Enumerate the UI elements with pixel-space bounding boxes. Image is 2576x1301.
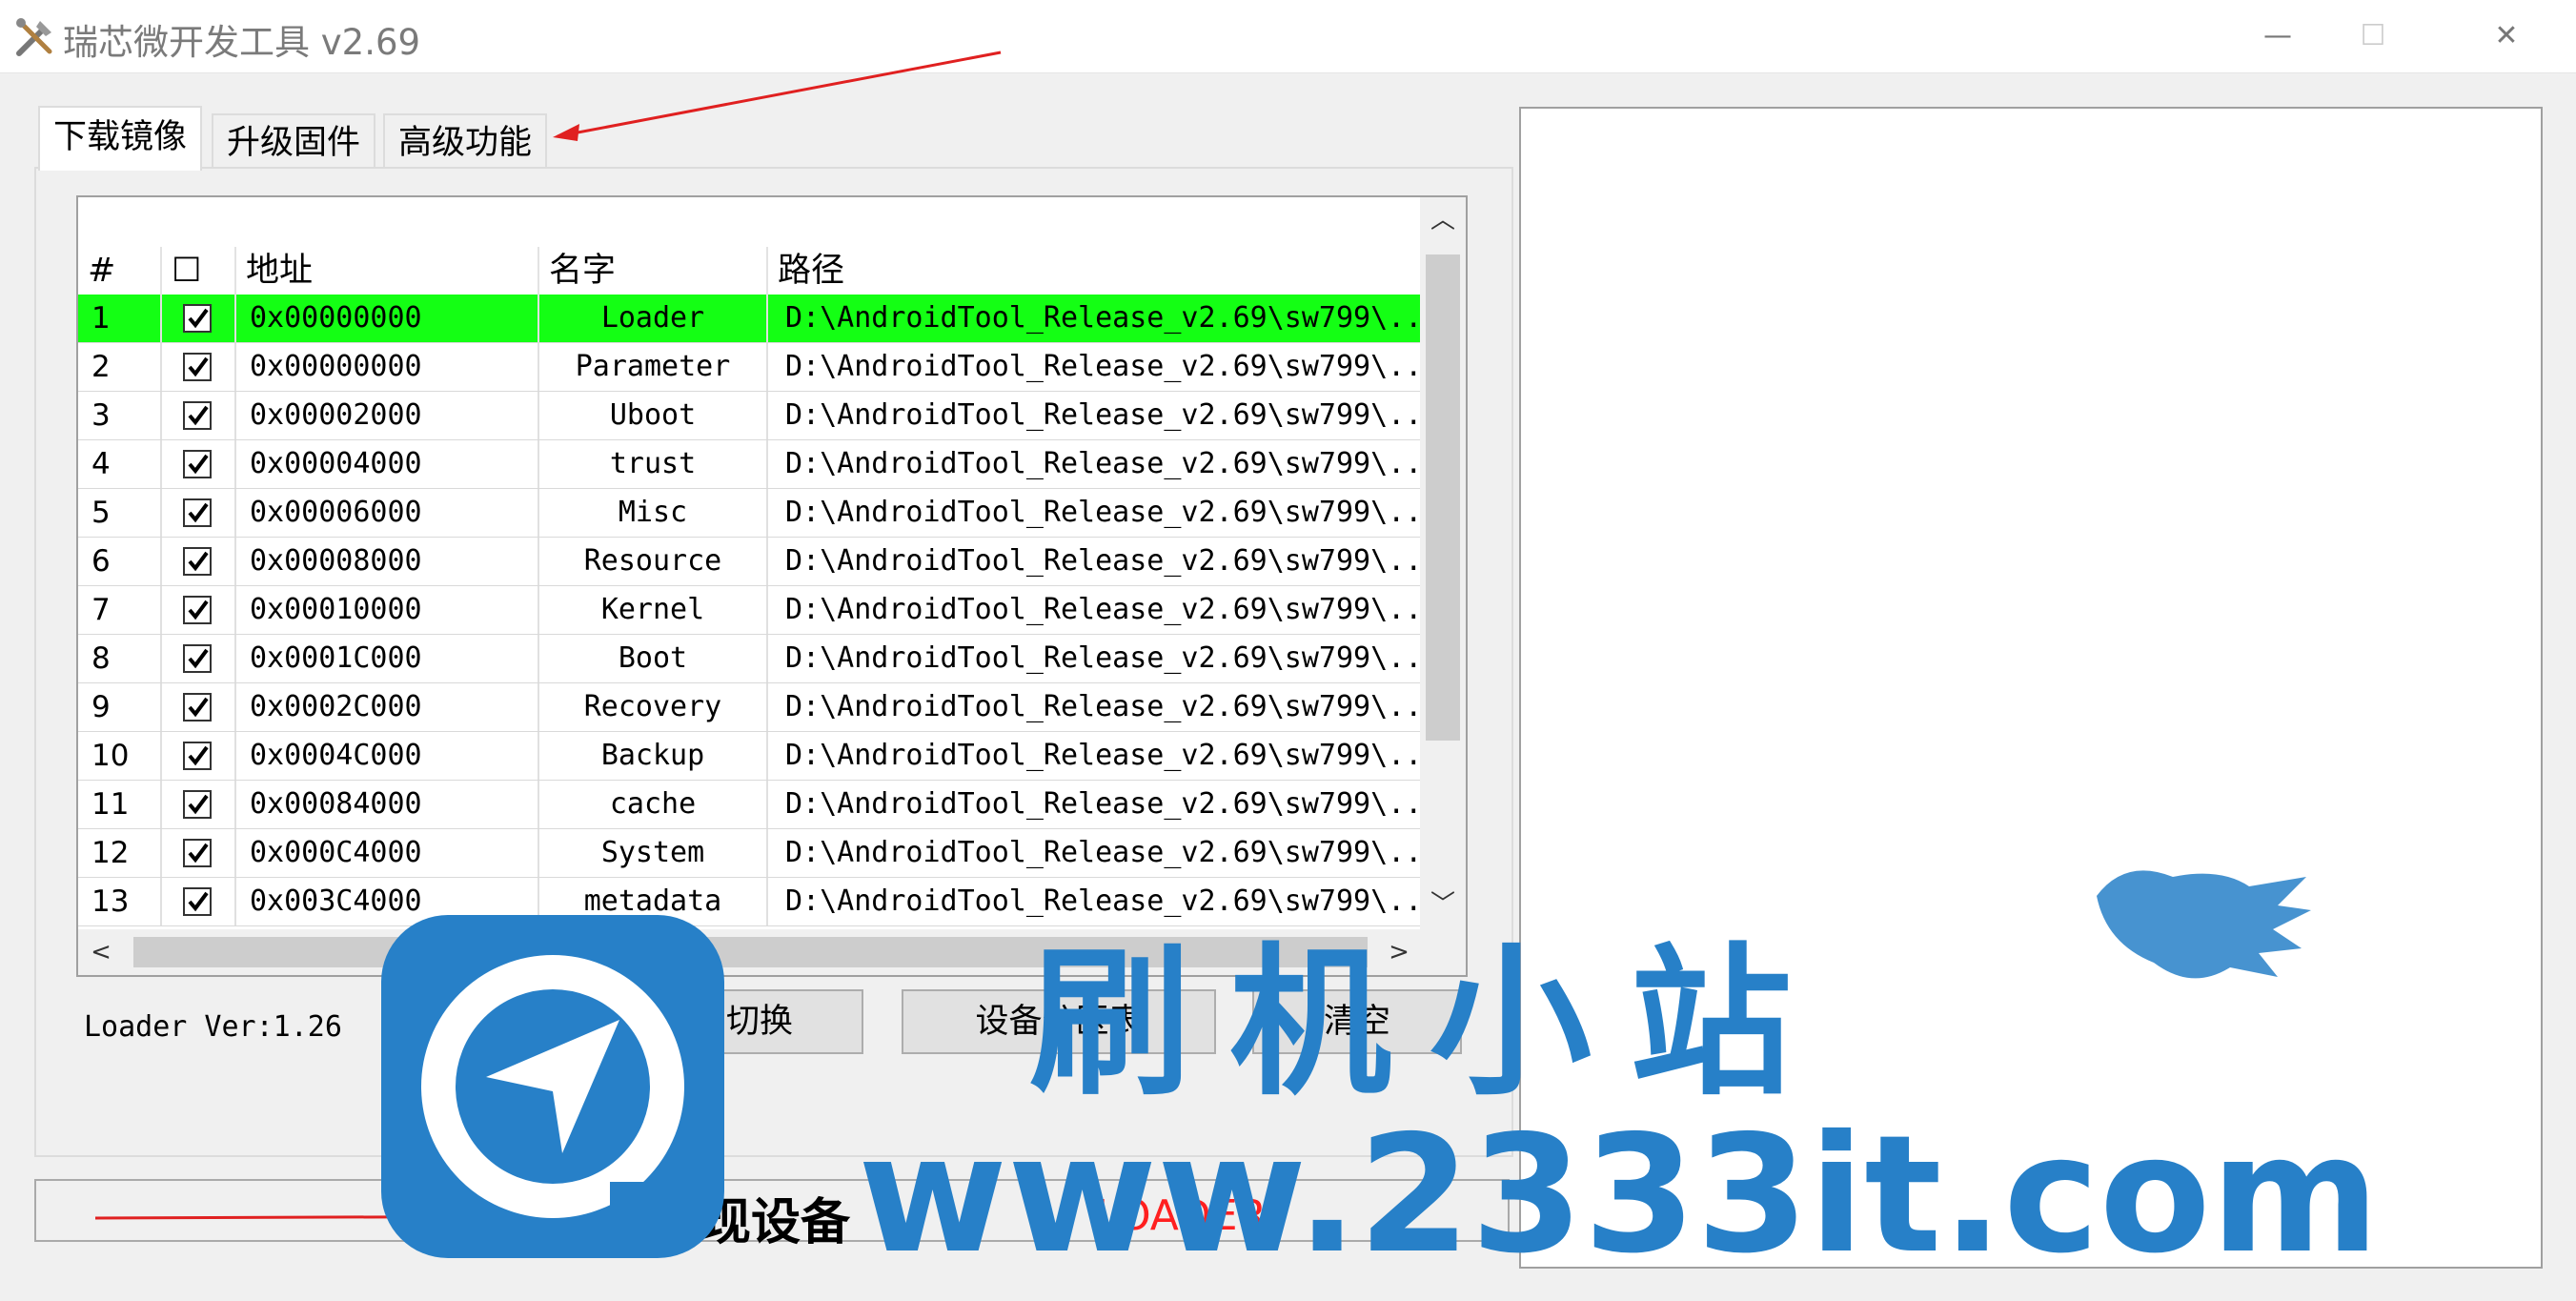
watermark-logo-icon: [381, 915, 724, 1258]
hand-wave-icon: [2097, 870, 2311, 979]
arrow-head-icon: [553, 124, 579, 141]
tab-download-image[interactable]: 下载镜像: [38, 106, 203, 171]
watermark-title: 刷机小站: [1029, 929, 1831, 1118]
watermark-url: www.2333it.com: [858, 1101, 2380, 1290]
